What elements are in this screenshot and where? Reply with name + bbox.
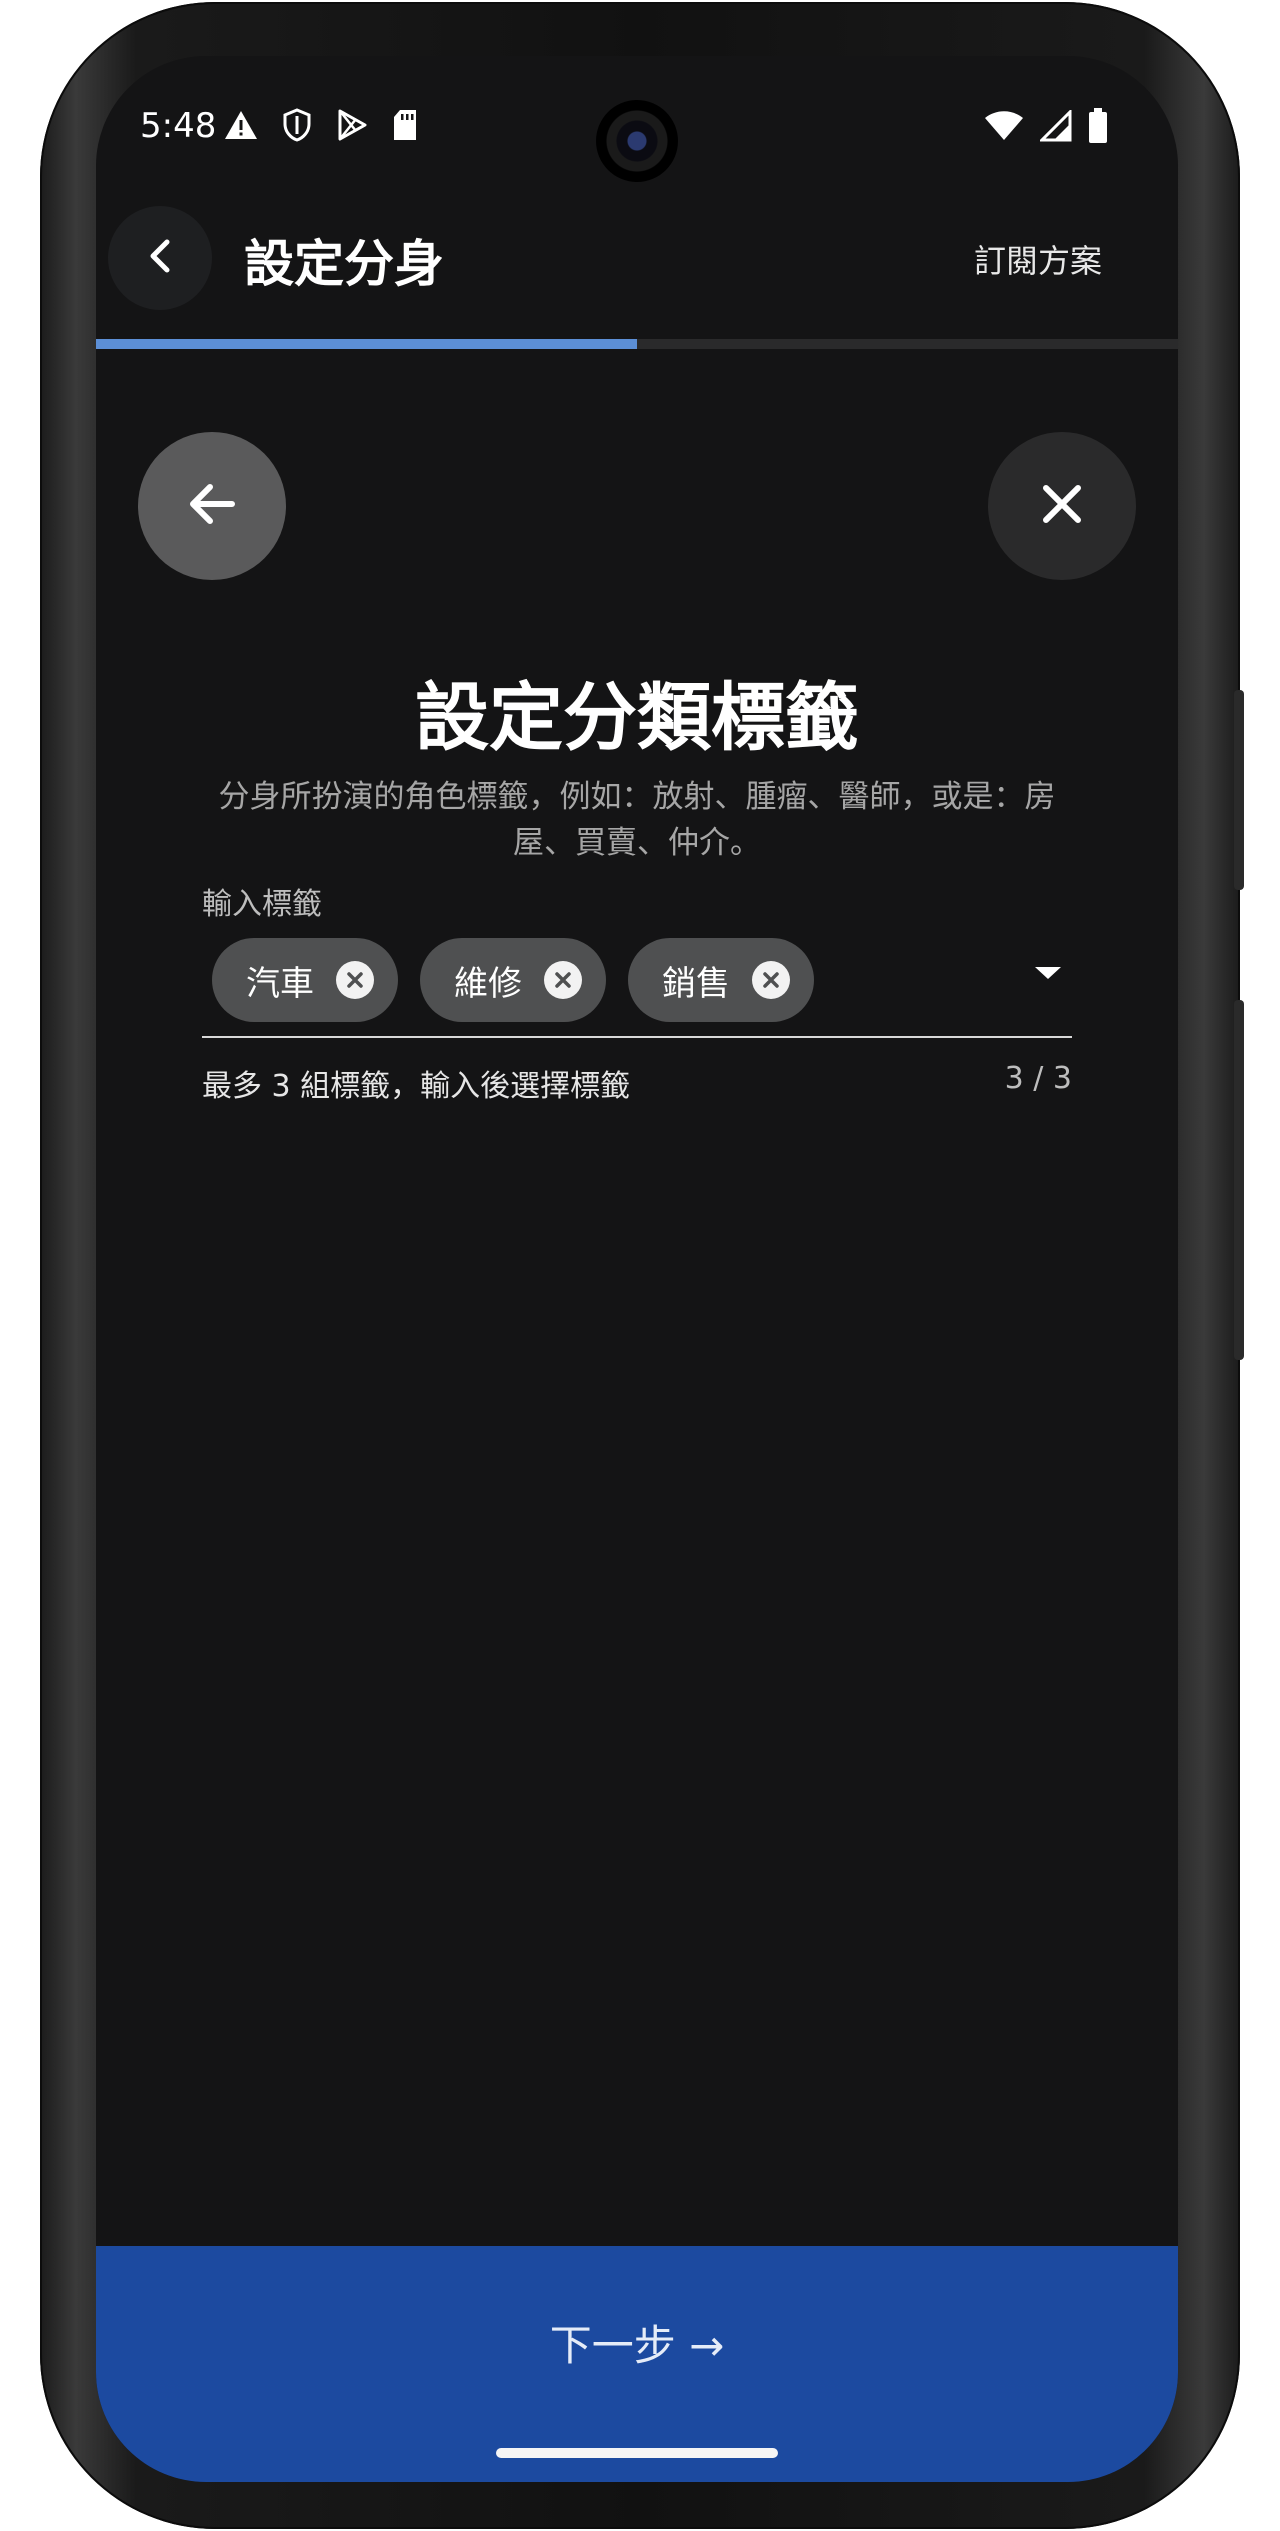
close-icon — [1038, 480, 1086, 532]
tag-helper-text: 最多 3 組標籤，輸入後選擇標籤 — [202, 1069, 631, 1104]
sd-card-icon — [392, 109, 418, 145]
warning-icon — [224, 109, 258, 145]
subscribe-plan-link[interactable]: 訂閱方案 — [974, 236, 1102, 282]
status-left-icons — [224, 108, 418, 146]
shield-icon — [282, 108, 312, 146]
wifi-icon — [984, 110, 1024, 146]
page-title: 設定分身 — [244, 235, 444, 293]
power-button — [1234, 1000, 1244, 1360]
tag-chip[interactable]: 汽車 — [212, 938, 398, 1022]
tag-chip[interactable]: 銷售 — [628, 938, 814, 1022]
remove-tag-icon[interactable] — [336, 961, 374, 999]
status-time: 5:48 — [140, 106, 217, 146]
app-top-bar: 設定分身 訂閱方案 — [96, 206, 1178, 316]
battery-icon — [1088, 108, 1108, 148]
section-heading: 設定分類標籤 — [415, 675, 859, 761]
tag-dropdown-toggle[interactable] — [1026, 960, 1070, 990]
chevron-left-icon — [145, 236, 175, 280]
step-progress-bar — [96, 339, 1178, 349]
remove-tag-icon[interactable] — [752, 961, 790, 999]
step-back-button[interactable] — [138, 432, 286, 580]
step-progress-fill — [96, 339, 637, 349]
arrow-left-icon — [184, 476, 240, 536]
tag-field-label: 輸入標籤 — [202, 887, 322, 922]
home-indicator[interactable] — [496, 2448, 778, 2458]
caret-down-icon — [1033, 965, 1063, 985]
app-screen: 5:48 設定分身 訂閱方案 設定分類標籤 分身所扮演的角色標籤，例如：放射、腫… — [96, 56, 1178, 2482]
signal-icon — [1038, 108, 1072, 146]
tag-chip[interactable]: 維修 — [420, 938, 606, 1022]
front-camera — [596, 100, 678, 182]
close-button[interactable] — [988, 432, 1136, 580]
tag-counter: 3 / 3 — [1004, 1061, 1072, 1096]
volume-button — [1234, 690, 1244, 890]
next-step-button[interactable]: 下一步 → — [96, 2246, 1178, 2482]
remove-tag-icon[interactable] — [544, 961, 582, 999]
top-back-button[interactable] — [108, 206, 212, 310]
status-right-icons — [984, 108, 1108, 148]
section-description: 分身所扮演的角色標籤，例如：放射、腫瘤、醫師，或是：房屋、買賣、仲介。 — [218, 779, 1056, 861]
tag-chip-list: 汽車 維修 銷售 — [212, 938, 814, 1022]
tag-chip-label: 維修 — [454, 963, 522, 1004]
tag-chip-label: 銷售 — [662, 963, 730, 1004]
play-store-icon — [336, 108, 368, 146]
tag-chip-label: 汽車 — [246, 963, 314, 1004]
status-bar: 5:48 — [96, 56, 1178, 196]
tag-field-underline — [202, 1036, 1072, 1038]
